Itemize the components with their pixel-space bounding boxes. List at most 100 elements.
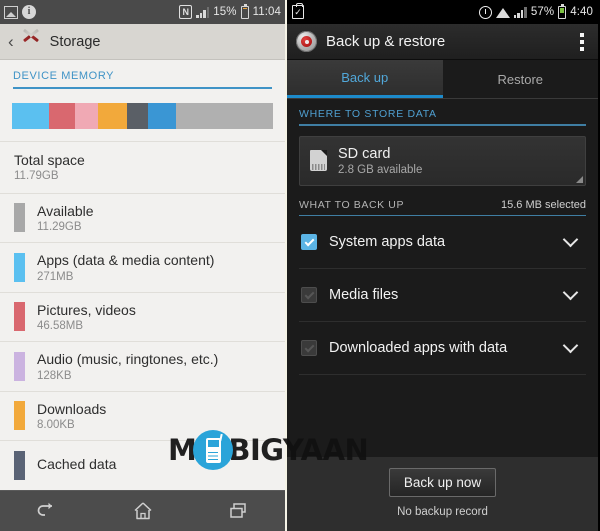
what-to-back-up-label: WHAT TO BACK UP	[299, 198, 405, 211]
battery-icon-left	[240, 3, 249, 19]
action-bar-left: ‹ Storage	[0, 24, 285, 60]
storage-list: Available 11.29GB Apps (data & media conte…	[0, 194, 285, 490]
back-icon[interactable]	[37, 501, 59, 521]
sd-card-subtitle: 2.8 GB available	[338, 163, 423, 176]
storage-item-title: Cached data	[37, 456, 117, 473]
action-bar-right: Back up & restore	[287, 24, 598, 60]
storage-item-title: Available	[37, 202, 94, 219]
backup-option-label: System apps data	[329, 234, 446, 250]
color-swatch-icon	[14, 302, 25, 332]
backup-options-list: System apps data Media files Downloaded ap…	[287, 216, 598, 375]
backup-option-row[interactable]: Downloaded apps with data	[287, 322, 598, 374]
backup-option-row[interactable]: Media files	[287, 269, 598, 321]
checkbox-checked[interactable]	[301, 234, 317, 250]
storage-item-title: Audio (music, ringtones, etc.)	[37, 351, 219, 367]
status-bar-right: ✓ 57% 4:40	[287, 0, 598, 24]
back-chevron-icon[interactable]: ‹	[8, 33, 14, 50]
divider	[299, 374, 586, 375]
storage-item-value: 8.00KB	[37, 419, 75, 431]
sd-card-option[interactable]: SD card 2.8 GB available	[299, 135, 586, 186]
usage-segment-audio-blue	[147, 103, 177, 129]
nfc-icon: N	[179, 5, 193, 19]
checkbox-unchecked[interactable]	[301, 340, 317, 356]
info-icon: i	[22, 5, 36, 19]
usage-bar-wrap	[0, 89, 285, 141]
storage-list-item[interactable]: Pictures, videos 46.58MB	[0, 293, 285, 342]
page-title: Storage	[49, 33, 101, 50]
storage-item-value: 11.29GB	[37, 221, 82, 233]
wifi-icon	[495, 7, 510, 18]
tab-restore[interactable]: Restore	[443, 60, 599, 98]
lifesaver-icon	[296, 31, 317, 52]
battery-percent-left: 15%	[213, 6, 237, 18]
overflow-menu-icon[interactable]	[575, 29, 589, 55]
battery-percent-right: 57%	[530, 6, 555, 18]
checkbox-unchecked[interactable]	[301, 287, 317, 303]
dual-screenshot: i N 15% 11:04 ‹ Storage DEVICE MEMORY To…	[0, 0, 600, 531]
storage-list-item[interactable]: Apps (data & media content) 271MB	[0, 243, 285, 292]
where-to-store-label: WHERE TO STORE DATA	[299, 108, 437, 120]
backup-option-label: Media files	[329, 287, 399, 303]
total-space-block: Total space 11.79GB	[0, 142, 285, 193]
battery-icon-right	[558, 3, 567, 19]
recents-icon[interactable]	[227, 501, 249, 521]
signal-icon	[196, 6, 210, 18]
usage-segment-downloads	[98, 103, 127, 129]
clock-right: 4:40	[570, 6, 593, 18]
storage-item-value: 128KB	[37, 369, 72, 382]
total-space-value: 11.79GB	[14, 169, 59, 182]
home-icon[interactable]	[132, 501, 154, 521]
color-swatch-icon	[14, 351, 25, 381]
color-swatch-icon	[14, 252, 25, 282]
tools-icon	[21, 28, 43, 52]
sd-card-icon	[310, 150, 327, 171]
backup-content: WHERE TO STORE DATA SD card 2.8 GB avail…	[287, 99, 598, 490]
storage-usage-bar	[12, 103, 273, 129]
usage-segment-pictures-videos	[48, 103, 75, 129]
color-swatch-icon	[14, 450, 25, 480]
storage-list-item[interactable]: Audio (music, ringtones, etc.) 128KB	[0, 342, 285, 391]
storage-item-title: Apps (data & media content)	[37, 252, 215, 268]
clipboard-icon: ✓	[292, 3, 304, 19]
tab-bar: Back up Restore	[287, 60, 598, 98]
status-bar-left: i N 15% 11:04	[0, 0, 285, 24]
storage-list-item[interactable]: Available 11.29GB	[0, 194, 285, 243]
usage-segment-cached-data	[126, 103, 148, 129]
backup-option-row[interactable]: System apps data	[287, 216, 598, 268]
clock-left: 11:04	[252, 6, 281, 18]
backup-footer: Back up now No backup record	[287, 457, 598, 531]
sd-card-title: SD card	[338, 145, 391, 162]
color-swatch-icon	[14, 401, 25, 431]
selected-size-label: 15.6 MB selected	[501, 198, 586, 211]
app-title: Back up & restore	[326, 33, 446, 50]
color-swatch-icon	[14, 203, 25, 233]
alarm-icon	[478, 5, 492, 19]
left-phone-screen: i N 15% 11:04 ‹ Storage DEVICE MEMORY To…	[0, 0, 287, 531]
section-header-what-to-back-up: WHAT TO BACK UP 15.6 MB selected	[287, 186, 598, 215]
usage-segment-misc-pink	[74, 103, 99, 129]
chevron-down-icon[interactable]	[562, 284, 579, 301]
storage-list-item[interactable]: Downloads 8.00KB	[0, 392, 285, 441]
usage-segment-apps	[12, 103, 49, 129]
section-header-where-to-store: WHERE TO STORE DATA	[287, 99, 598, 124]
storage-item-title: Pictures, videos	[37, 301, 136, 318]
usage-segment-available	[176, 103, 273, 129]
total-space-label: Total space	[14, 152, 85, 168]
nav-bar-left	[0, 490, 285, 531]
signal-icon	[513, 6, 527, 18]
chevron-down-icon[interactable]	[562, 337, 579, 354]
storage-item-value: 46.58MB	[37, 320, 84, 332]
back-up-now-button[interactable]: Back up now	[388, 468, 497, 497]
storage-list-item[interactable]: Cached data	[0, 441, 285, 489]
storage-content: DEVICE MEMORY Total space 11.79GB Availa…	[0, 60, 285, 490]
storage-item-value: 271MB	[37, 270, 74, 283]
right-phone-screen: ✓ 57% 4:40 Back up & restore Back up Rest…	[287, 0, 598, 531]
backup-option-label: Downloaded apps with data	[329, 340, 508, 356]
image-icon	[4, 5, 18, 19]
backup-record-status: No backup record	[397, 506, 488, 518]
storage-item-title: Downloads	[37, 400, 107, 417]
chevron-down-icon[interactable]	[562, 231, 579, 248]
section-rule-dark	[299, 124, 586, 126]
tab-back-up[interactable]: Back up	[287, 60, 443, 98]
section-header-device-memory: DEVICE MEMORY	[13, 70, 115, 82]
